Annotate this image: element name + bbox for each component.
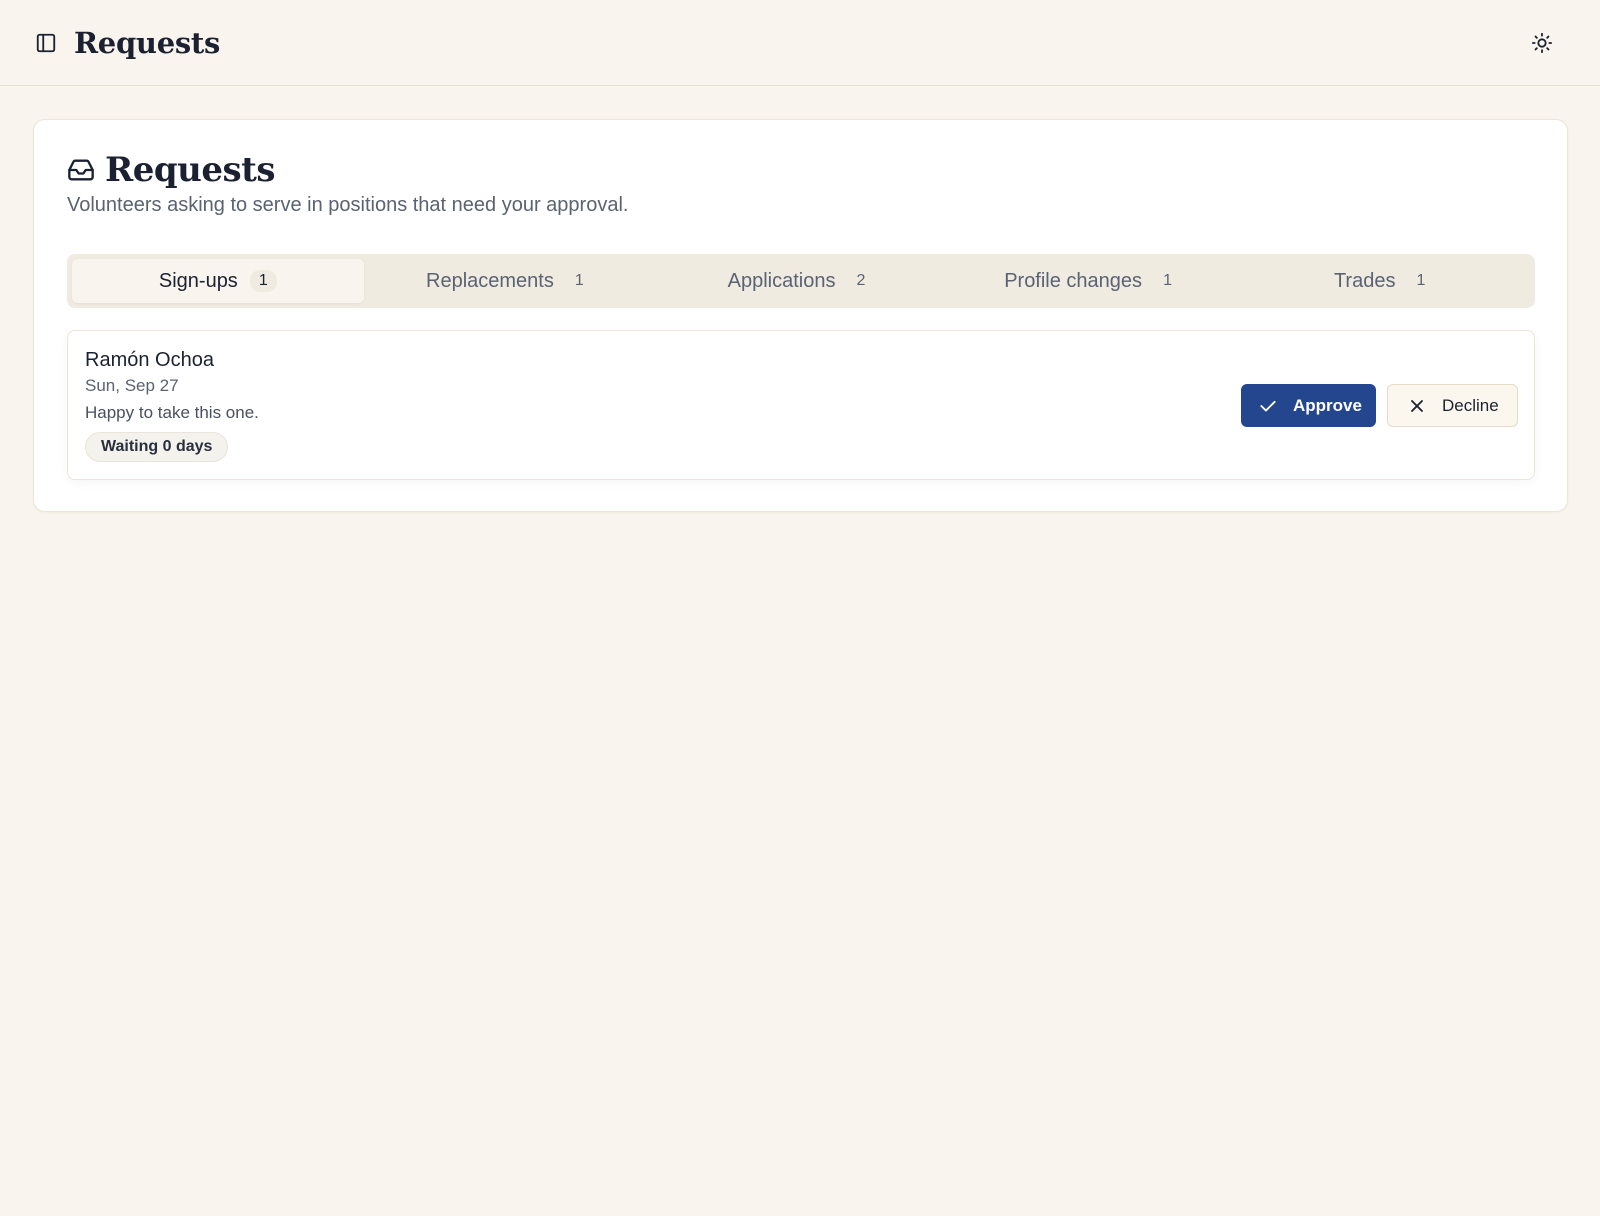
tab-label: Trades: [1333, 269, 1396, 292]
card-subtitle: Volunteers asking to serve in positions …: [67, 194, 629, 216]
panel-left-icon[interactable]: [34, 31, 58, 55]
inbox-icon: [67, 156, 95, 184]
tab-label: Applications: [727, 269, 836, 292]
card-header: Requests: [67, 150, 276, 190]
page-title: Requests: [74, 25, 221, 60]
tab-applications[interactable]: Applications 2: [655, 259, 947, 303]
tab-count: 1: [574, 272, 584, 289]
tab-replacements[interactable]: Replacements 1: [364, 259, 656, 303]
tab-count: 1: [249, 270, 277, 292]
tab-sign-ups[interactable]: Sign-ups 1: [72, 259, 364, 303]
request-item: Ramón Ochoa Sun, Sep 27 Happy to take th…: [67, 330, 1535, 480]
tab-trades[interactable]: Trades 1: [1238, 259, 1530, 303]
tab-count: 1: [1163, 272, 1172, 289]
approve-button[interactable]: Approve: [1241, 384, 1376, 427]
top-bar: Requests: [0, 0, 1600, 86]
tab-count: 2: [856, 272, 866, 289]
close-icon: [1406, 395, 1428, 417]
card-title: Requests: [105, 150, 276, 190]
request-date: Sun, Sep 27: [85, 376, 179, 395]
decline-label: Decline: [1442, 395, 1499, 415]
volunteer-name: Ramón Ochoa: [85, 349, 214, 371]
sun-icon[interactable]: [1528, 29, 1556, 57]
tab-label: Sign-ups: [158, 269, 238, 292]
tab-label: Profile changes: [1004, 269, 1143, 292]
tab-label: Replacements: [426, 269, 554, 292]
check-icon: [1257, 395, 1279, 417]
tab-profile-changes[interactable]: Profile changes 1: [947, 259, 1239, 303]
tab-bar: Sign-ups 1 Replacements 1 Applications 2…: [67, 254, 1535, 308]
decline-button[interactable]: Decline: [1387, 384, 1518, 427]
requests-card: Requests Volunteers asking to serve in p…: [33, 119, 1568, 512]
approve-label: Approve: [1293, 395, 1362, 415]
request-note: Happy to take this one.: [85, 403, 259, 422]
request-actions: Approve Decline: [1241, 384, 1518, 427]
waiting-badge: Waiting 0 days: [85, 432, 229, 462]
tab-count: 1: [1416, 272, 1426, 289]
